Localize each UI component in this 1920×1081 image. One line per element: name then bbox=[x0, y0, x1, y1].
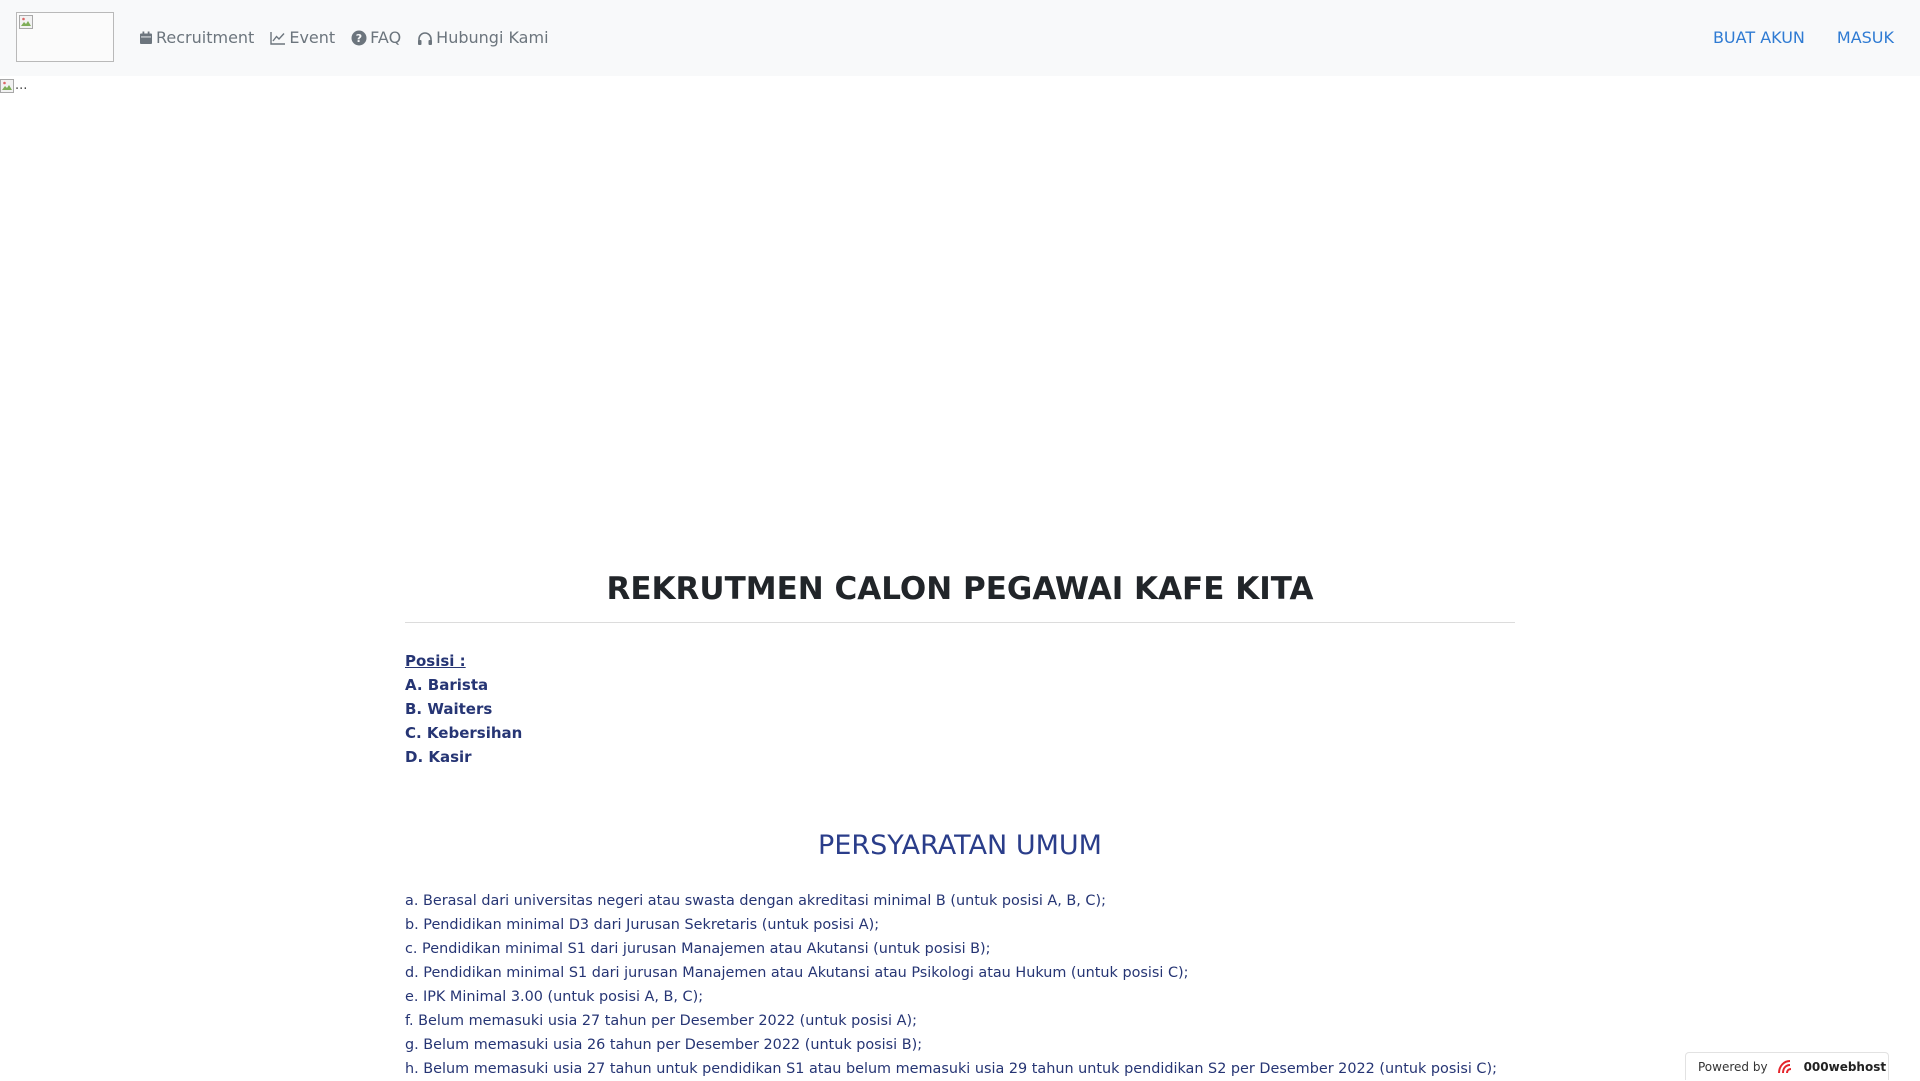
main-nav: Recruitment Event ? FAQ Hubungi Kami bbox=[139, 27, 565, 49]
000webhost-logo-icon bbox=[1777, 1059, 1791, 1073]
broken-image-icon bbox=[19, 15, 33, 29]
masuk-link[interactable]: MASUK bbox=[1837, 27, 1894, 49]
posisi-list: Posisi : A. Barista B. Waiters C. Kebers… bbox=[405, 649, 1515, 769]
persyaratan-title: PERSYARATAN UMUM bbox=[818, 830, 1102, 861]
posisi-item: D. Kasir bbox=[405, 748, 472, 766]
site-logo[interactable] bbox=[16, 12, 114, 62]
top-navbar: Recruitment Event ? FAQ Hubungi Kami BUA… bbox=[0, 0, 1920, 76]
requirement-item: g. Belum memasuki usia 26 tahun per Dese… bbox=[405, 1037, 923, 1053]
requirement-item: a. Berasal dari universitas negeri atau … bbox=[405, 893, 1106, 909]
account-nav: BUAT AKUN MASUK bbox=[1681, 27, 1894, 49]
nav-hubungi-kami-label: Hubungi Kami bbox=[436, 28, 549, 47]
nav-faq[interactable]: ? FAQ bbox=[351, 27, 401, 49]
headphones-icon bbox=[418, 31, 433, 45]
posisi-item: A. Barista bbox=[405, 676, 489, 694]
main-content: REKRUTMEN CALON PEGAWAI KAFE KITA Posisi… bbox=[405, 565, 1515, 1081]
nav-recruitment[interactable]: Recruitment bbox=[139, 27, 254, 49]
requirement-item: d. Pendidikan minimal S1 dari jurusan Ma… bbox=[405, 965, 1189, 981]
requirement-item: c. Pendidikan minimal S1 dari jurusan Ma… bbox=[405, 941, 991, 957]
question-circle-icon: ? bbox=[351, 30, 367, 46]
posisi-heading: Posisi : bbox=[405, 652, 466, 670]
nav-faq-label: FAQ bbox=[370, 28, 402, 47]
powered-by-label: Powered by bbox=[1698, 1059, 1768, 1074]
svg-text:?: ? bbox=[356, 32, 362, 45]
line-chart-icon bbox=[270, 32, 286, 45]
broken-image-icon bbox=[0, 79, 14, 93]
title-divider bbox=[405, 622, 1515, 623]
hero-banner-image: ... bbox=[0, 77, 30, 95]
calendar-icon bbox=[140, 31, 152, 44]
nav-hubungi-kami[interactable]: Hubungi Kami bbox=[417, 27, 549, 49]
buat-akun-link[interactable]: BUAT AKUN bbox=[1713, 27, 1805, 49]
persyaratan-list: a. Berasal dari universitas negeri atau … bbox=[405, 889, 1515, 1081]
posisi-item: C. Kebersihan bbox=[405, 724, 523, 742]
hero-image-alt-text: ... bbox=[15, 78, 28, 93]
powered-by-badge[interactable]: Powered by 000webhost bbox=[1685, 1052, 1889, 1080]
nav-event-label: Event bbox=[289, 28, 336, 47]
requirement-item: b. Pendidikan minimal D3 dari Jurusan Se… bbox=[405, 917, 880, 933]
posisi-item: B. Waiters bbox=[405, 700, 493, 718]
nav-recruitment-label: Recruitment bbox=[156, 28, 255, 47]
nav-event[interactable]: Event bbox=[270, 27, 335, 49]
requirement-item: e. IPK Minimal 3.00 (untuk posisi A, B, … bbox=[405, 989, 704, 1005]
powered-by-brand: 000webhost bbox=[1803, 1059, 1887, 1074]
requirement-item: h. Belum memasuki usia 27 tahun untuk pe… bbox=[405, 1061, 1497, 1077]
requirement-item: f. Belum memasuki usia 27 tahun per Dese… bbox=[405, 1013, 917, 1029]
page-title: REKRUTMEN CALON PEGAWAI KAFE KITA bbox=[606, 571, 1314, 607]
